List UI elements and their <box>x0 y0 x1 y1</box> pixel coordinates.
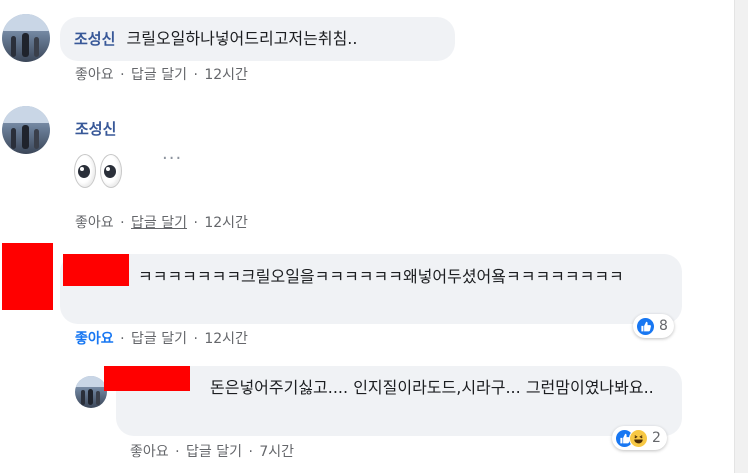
comment-actions: 좋아요 · 답글 달기 · 12시간 <box>75 64 248 84</box>
eyes-emoji <box>74 154 122 188</box>
like-button[interactable]: 좋아요 <box>75 215 114 231</box>
redacted-author <box>104 366 190 391</box>
like-button[interactable]: 좋아요 <box>75 331 114 347</box>
separator: · <box>120 331 125 347</box>
comment-actions: 좋아요 · 답글 달기 · 12시간 <box>75 328 248 348</box>
timestamp[interactable]: 7시간 <box>259 444 294 460</box>
reply-button[interactable]: 답글 달기 <box>186 444 242 460</box>
separator: · <box>193 67 198 83</box>
scrollbar[interactable] <box>734 0 748 473</box>
comment-author[interactable]: 조성신 <box>74 30 115 48</box>
more-options-icon[interactable]: ··· <box>162 148 182 169</box>
avatar[interactable] <box>2 106 50 154</box>
timestamp[interactable]: 12시간 <box>204 331 248 347</box>
comment-text: ㅋㅋㅋㅋㅋㅋㅋ크릴오일을ㅋㅋㅋㅋㅋㅋ왜넣어두셨어욬ㅋㅋㅋㅋㅋㅋㅋㅋ <box>138 267 624 286</box>
comment-actions: 좋아요 · 답글 달기 · 7시간 <box>130 441 294 461</box>
reply-button[interactable]: 답글 달기 <box>131 331 187 347</box>
comment-bubble: 조성신 크릴오일하나넣어드리고저는취침.. <box>60 17 455 61</box>
separator: · <box>120 67 125 83</box>
comment-bubble: ㅋㅋㅋㅋㅋㅋㅋ크릴오일을ㅋㅋㅋㅋㅋㅋ왜넣어두셨어욬ㅋㅋㅋㅋㅋㅋㅋㅋ <box>60 254 682 324</box>
redacted-author <box>63 254 129 286</box>
comment-actions: 좋아요 · 답글 달기 · 12시간 <box>75 212 248 232</box>
reply-button[interactable]: 답글 달기 <box>131 67 187 83</box>
redacted-avatar <box>2 243 53 310</box>
comment-text: 돈은넣어주기싫고.... 인지질이라도드,시라구... 그런맘이였나봐요.. <box>210 378 654 397</box>
like-button[interactable]: 좋아요 <box>75 67 114 83</box>
timestamp[interactable]: 12시간 <box>204 67 248 83</box>
reaction-count: 2 <box>652 430 661 446</box>
reply-button[interactable]: 답글 달기 <box>131 215 187 231</box>
timestamp[interactable]: 12시간 <box>204 215 248 231</box>
separator: · <box>175 444 180 460</box>
separator: · <box>193 331 198 347</box>
comment-author[interactable]: 조성신 <box>75 118 116 139</box>
reaction-count: 8 <box>659 318 668 334</box>
comment-bubble: 돈은넣어주기싫고.... 인지질이라도드,시라구... 그런맘이였나봐요.. <box>116 366 682 436</box>
avatar[interactable] <box>75 376 107 408</box>
separator: · <box>248 444 253 460</box>
comment-text: 크릴오일하나넣어드리고저는취침.. <box>126 29 358 48</box>
like-button[interactable]: 좋아요 <box>130 444 169 460</box>
like-icon <box>636 316 655 336</box>
separator: · <box>193 215 198 231</box>
avatar[interactable] <box>2 14 50 62</box>
reactions-badge[interactable]: 2 <box>612 426 667 450</box>
separator: · <box>120 215 125 231</box>
haha-icon <box>629 428 648 448</box>
reactions-badge[interactable]: 8 <box>633 314 674 338</box>
